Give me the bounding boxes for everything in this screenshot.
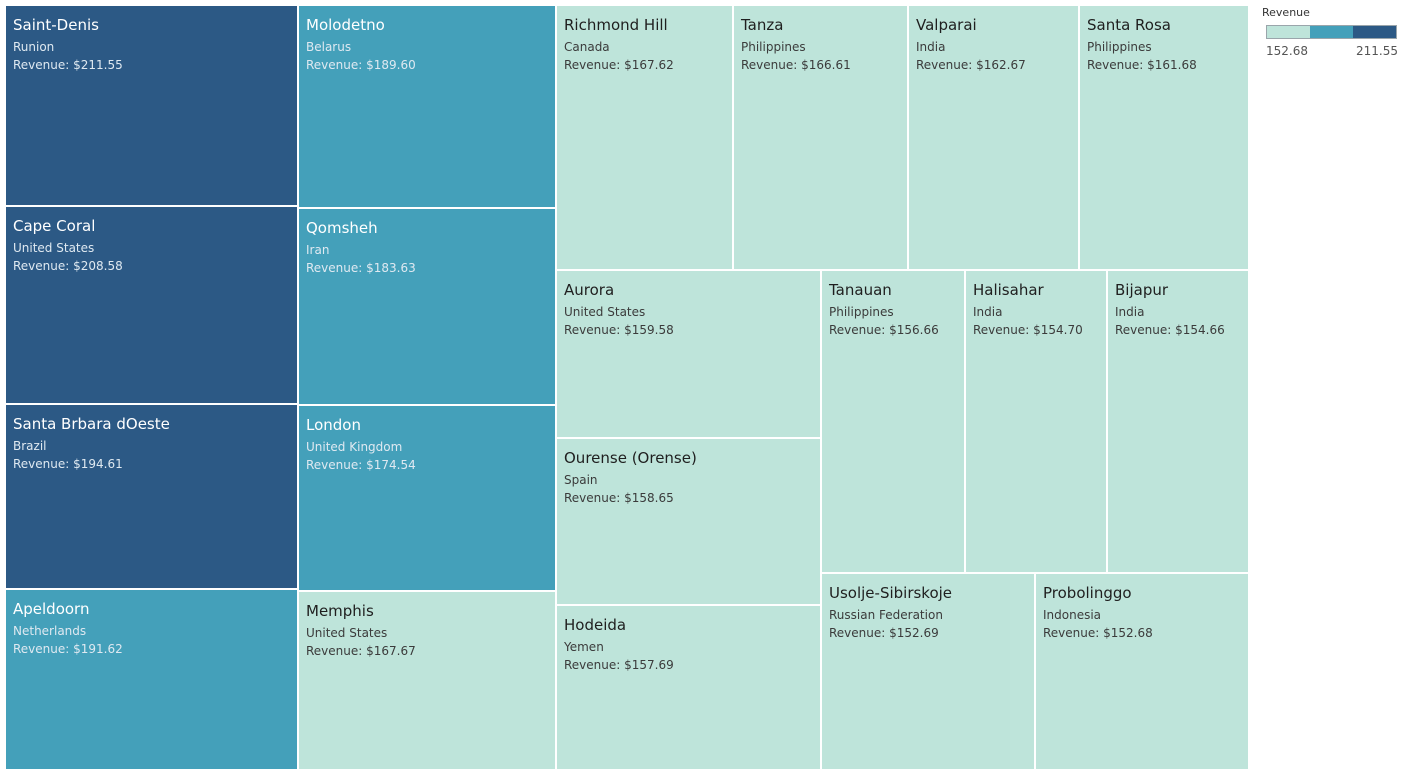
tile-country-label: India bbox=[916, 40, 946, 54]
tile-revenue-label: Revenue: $167.67 bbox=[306, 644, 416, 658]
tile-revenue-label: Revenue: $208.58 bbox=[13, 259, 123, 273]
tile-country-label: United States bbox=[13, 241, 95, 255]
tile-country-label: Netherlands bbox=[13, 624, 87, 638]
tile-revenue-label: Revenue: $189.60 bbox=[306, 58, 416, 72]
treemap-tile-tanauan[interactable]: Tanauan Philippines Revenue: $156.66 bbox=[821, 270, 965, 573]
tile-revenue-label: Revenue: $183.63 bbox=[306, 261, 416, 275]
legend-swatch-mid bbox=[1310, 26, 1353, 38]
tile-city-label: Halisahar bbox=[973, 281, 1044, 299]
tile-revenue-label: Revenue: $154.70 bbox=[973, 323, 1083, 337]
treemap-tile-aurora[interactable]: Aurora United States Revenue: $159.58 bbox=[556, 270, 821, 438]
tile-country-label: Indonesia bbox=[1043, 608, 1102, 622]
legend-min-label: 152.68 bbox=[1266, 44, 1308, 58]
treemap-tile-bijapur[interactable]: Bijapur India Revenue: $154.66 bbox=[1107, 270, 1249, 573]
tile-revenue-label: Revenue: $167.62 bbox=[564, 58, 674, 72]
tile-revenue-label: Revenue: $166.61 bbox=[741, 58, 851, 72]
tile-city-label: Hodeida bbox=[564, 616, 627, 634]
legend-color-ramp bbox=[1266, 25, 1397, 39]
tile-city-label: Valparai bbox=[916, 16, 977, 34]
tile-revenue-label: Revenue: $152.68 bbox=[1043, 626, 1153, 640]
tile-revenue-label: Revenue: $158.65 bbox=[564, 491, 674, 505]
tile-city-label: Molodetno bbox=[306, 16, 385, 34]
treemap-tile-probolinggo[interactable]: Probolinggo Indonesia Revenue: $152.68 bbox=[1035, 573, 1249, 770]
treemap-tile-qomsheh[interactable]: Qomsheh Iran Revenue: $183.63 bbox=[298, 208, 556, 405]
treemap-tile-tanza[interactable]: Tanza Philippines Revenue: $166.61 bbox=[733, 5, 908, 270]
tile-revenue-label: Revenue: $191.62 bbox=[13, 642, 123, 656]
tile-country-label: Philippines bbox=[741, 40, 806, 54]
legend-swatch-high bbox=[1353, 26, 1396, 38]
tile-revenue-label: Revenue: $161.68 bbox=[1087, 58, 1197, 72]
tile-country-label: Brazil bbox=[13, 439, 47, 453]
tile-city-label: Aurora bbox=[564, 281, 615, 299]
treemap-tile-memphis[interactable]: Memphis United States Revenue: $167.67 bbox=[298, 591, 556, 770]
treemap-tile-london[interactable]: London United Kingdom Revenue: $174.54 bbox=[298, 405, 556, 591]
treemap-tile-saint-denis[interactable]: Saint-Denis Runion Revenue: $211.55 bbox=[5, 5, 298, 206]
tile-revenue-label: Revenue: $159.58 bbox=[564, 323, 674, 337]
tile-country-label: Russian Federation bbox=[829, 608, 943, 622]
legend-max-label: 211.55 bbox=[1356, 44, 1398, 58]
tile-city-label: Santa Rosa bbox=[1087, 16, 1171, 34]
tile-revenue-label: Revenue: $156.66 bbox=[829, 323, 939, 337]
legend-title: Revenue bbox=[1262, 6, 1310, 19]
treemap-tile-molodetno[interactable]: Molodetno Belarus Revenue: $189.60 bbox=[298, 5, 556, 208]
tile-city-label: Bijapur bbox=[1115, 281, 1169, 299]
treemap-tile-valparai[interactable]: Valparai India Revenue: $162.67 bbox=[908, 5, 1079, 270]
treemap-tile-cape-coral[interactable]: Cape Coral United States Revenue: $208.58 bbox=[5, 206, 298, 404]
tile-revenue-label: Revenue: $154.66 bbox=[1115, 323, 1225, 337]
tile-city-label: Qomsheh bbox=[306, 219, 378, 237]
tile-revenue-label: Revenue: $194.61 bbox=[13, 457, 123, 471]
tile-country-label: United Kingdom bbox=[306, 440, 403, 454]
treemap-tile-richmond-hill[interactable]: Richmond Hill Canada Revenue: $167.62 bbox=[556, 5, 733, 270]
tile-country-label: Runion bbox=[13, 40, 55, 54]
tile-revenue-label: Revenue: $162.67 bbox=[916, 58, 1026, 72]
treemap: Saint-Denis Runion Revenue: $211.55 Cape Co… bbox=[0, 0, 1402, 774]
tile-country-label: India bbox=[973, 305, 1003, 319]
tile-city-label: Tanauan bbox=[829, 281, 892, 299]
tile-country-label: United States bbox=[306, 626, 388, 640]
tile-city-label: Saint-Denis bbox=[13, 16, 99, 34]
treemap-tile-santa-brbara-doeste[interactable]: Santa Brbara dOeste Brazil Revenue: $194.6… bbox=[5, 404, 298, 589]
tile-country-label: India bbox=[1115, 305, 1145, 319]
tile-city-label: Richmond Hill bbox=[564, 16, 668, 34]
treemap-tile-usolje-sibirskoje[interactable]: Usolje-Sibirskoje Russian Federation Reven… bbox=[821, 573, 1035, 770]
tile-city-label: Usolje-Sibirskoje bbox=[829, 584, 953, 602]
tile-revenue-label: Revenue: $174.54 bbox=[306, 458, 416, 472]
tile-country-label: Iran bbox=[306, 243, 330, 257]
tile-country-label: Philippines bbox=[829, 305, 894, 319]
tile-city-label: Probolinggo bbox=[1043, 584, 1132, 602]
tile-city-label: Apeldoorn bbox=[13, 600, 90, 618]
tile-country-label: Yemen bbox=[564, 640, 604, 654]
treemap-tile-santa-rosa[interactable]: Santa Rosa Philippines Revenue: $161.68 bbox=[1079, 5, 1249, 270]
tile-city-label: Tanza bbox=[741, 16, 784, 34]
tile-revenue-label: Revenue: $157.69 bbox=[564, 658, 674, 672]
tile-country-label: Canada bbox=[564, 40, 610, 54]
tile-revenue-label: Revenue: $152.69 bbox=[829, 626, 939, 640]
color-legend: Revenue 152.68 211.55 bbox=[1262, 6, 1398, 60]
treemap-tile-apeldoorn[interactable]: Apeldoorn Netherlands Revenue: $191.62 bbox=[5, 589, 298, 770]
tile-city-label: Memphis bbox=[306, 602, 374, 620]
treemap-tile-hodeida[interactable]: Hodeida Yemen Revenue: $157.69 bbox=[556, 605, 821, 770]
tile-revenue-label: Revenue: $211.55 bbox=[13, 58, 123, 72]
treemap-tile-halisahar[interactable]: Halisahar India Revenue: $154.70 bbox=[965, 270, 1107, 573]
tile-city-label: Santa Brbara dOeste bbox=[13, 415, 170, 433]
treemap-tile-ourense-orense[interactable]: Ourense (Orense) Spain Revenue: $158.65 bbox=[556, 438, 821, 605]
tile-country-label: Spain bbox=[564, 473, 598, 487]
tile-country-label: Belarus bbox=[306, 40, 352, 54]
tile-city-label: London bbox=[306, 416, 361, 434]
tile-country-label: Philippines bbox=[1087, 40, 1152, 54]
legend-swatch-low bbox=[1267, 26, 1310, 38]
tile-city-label: Ourense (Orense) bbox=[564, 449, 697, 467]
tile-city-label: Cape Coral bbox=[13, 217, 96, 235]
tile-country-label: United States bbox=[564, 305, 646, 319]
